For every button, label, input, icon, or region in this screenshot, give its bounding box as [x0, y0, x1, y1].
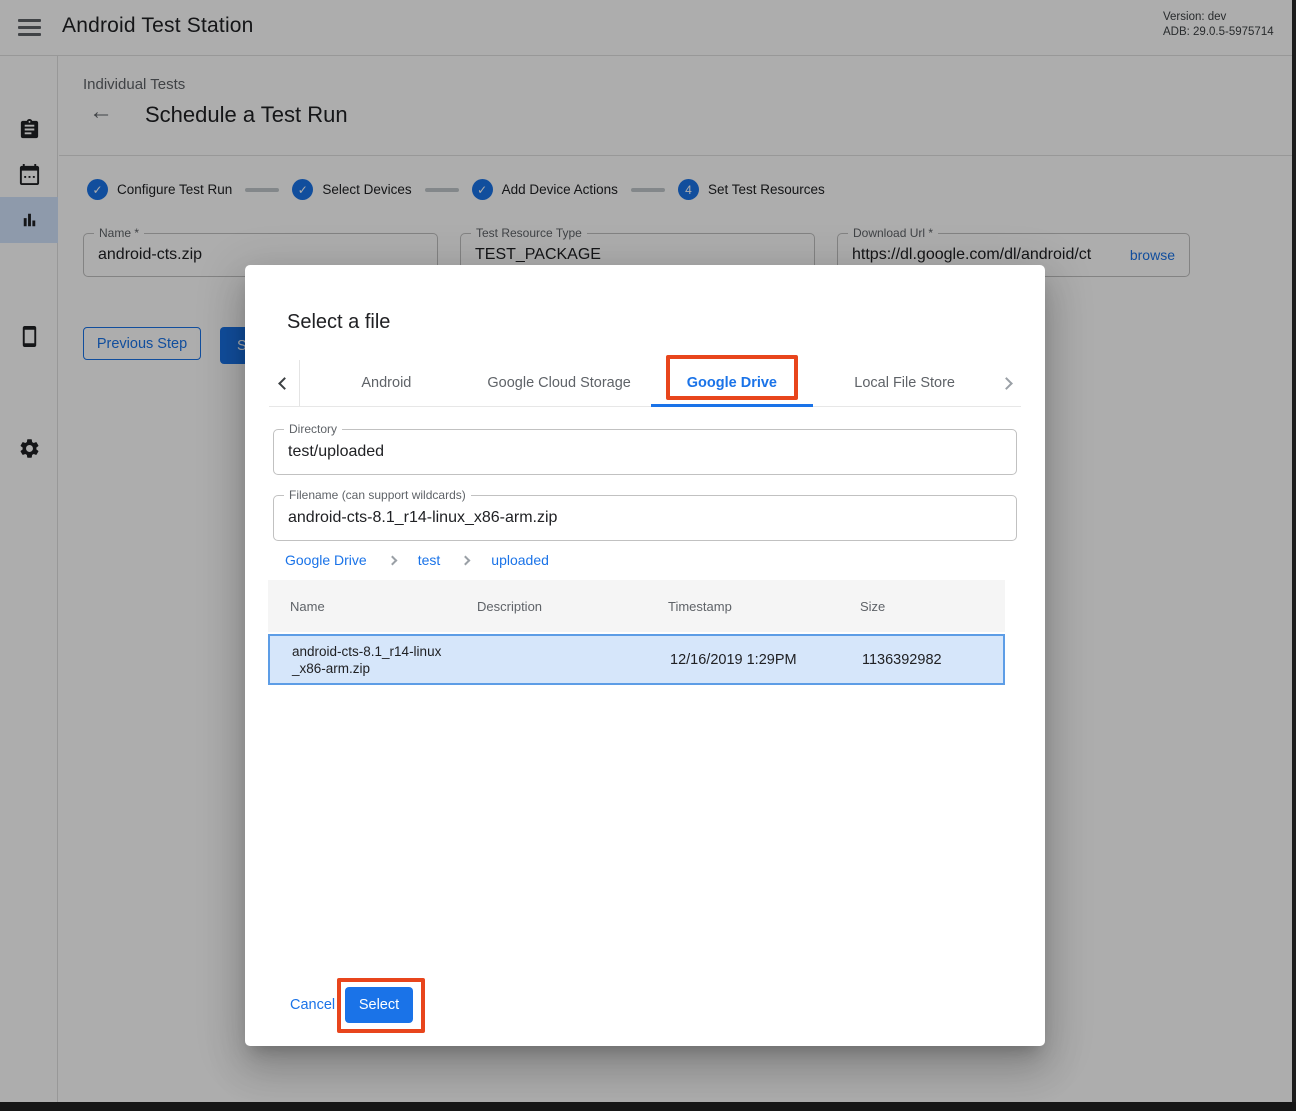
select-file-dialog: Select a file Android Google Cloud Stora… [245, 265, 1045, 1046]
col-timestamp: Timestamp [646, 599, 838, 614]
window-edge-right [1292, 0, 1296, 1111]
breadcrumb-test[interactable]: test [418, 552, 441, 568]
file-table-header: Name Description Timestamp Size [268, 580, 1005, 632]
file-table: Name Description Timestamp Size android-… [268, 580, 1005, 685]
col-size: Size [838, 599, 1005, 614]
directory-field: Directory [273, 429, 1017, 475]
col-description: Description [455, 599, 646, 614]
table-row-selected-file[interactable]: android-cts-8.1_r14-linux_x86-arm.zip 12… [268, 634, 1005, 685]
filename-field-wrap: Filename (can support wildcards) [273, 495, 1017, 541]
window-edge-bottom [0, 1102, 1296, 1111]
dialog-title: Select a file [287, 311, 390, 334]
tab-local-file-store[interactable]: Local File Store [818, 360, 991, 406]
tabs-scroll-right-button[interactable] [991, 360, 1021, 406]
file-breadcrumb: Google Drive test uploaded [285, 552, 549, 568]
filename-field: Filename (can support wildcards) [273, 495, 1017, 541]
breadcrumb-google-drive[interactable]: Google Drive [285, 552, 367, 568]
filename-input[interactable] [288, 509, 1002, 527]
breadcrumb-uploaded[interactable]: uploaded [491, 552, 549, 568]
chevron-left-icon [278, 377, 291, 390]
chevron-right-icon [1000, 377, 1013, 390]
file-source-tabs: Android Google Cloud Storage Google Driv… [269, 360, 1021, 407]
tab-google-cloud-storage[interactable]: Google Cloud Storage [473, 360, 646, 406]
android-test-station-app: Android Test Station Version: dev ADB: 2… [0, 0, 1296, 1111]
tabs-scroll-left-button[interactable] [269, 360, 299, 406]
cancel-button[interactable]: Cancel [290, 997, 335, 1013]
col-name: Name [268, 599, 455, 614]
tab-google-drive[interactable]: Google Drive [646, 360, 819, 406]
select-button[interactable]: Select [345, 987, 413, 1023]
tab-android[interactable]: Android [300, 360, 473, 406]
chevron-right-icon [461, 555, 471, 565]
directory-input[interactable] [288, 443, 1002, 461]
chevron-right-icon [387, 555, 397, 565]
directory-field-wrap: Directory [273, 429, 1017, 475]
